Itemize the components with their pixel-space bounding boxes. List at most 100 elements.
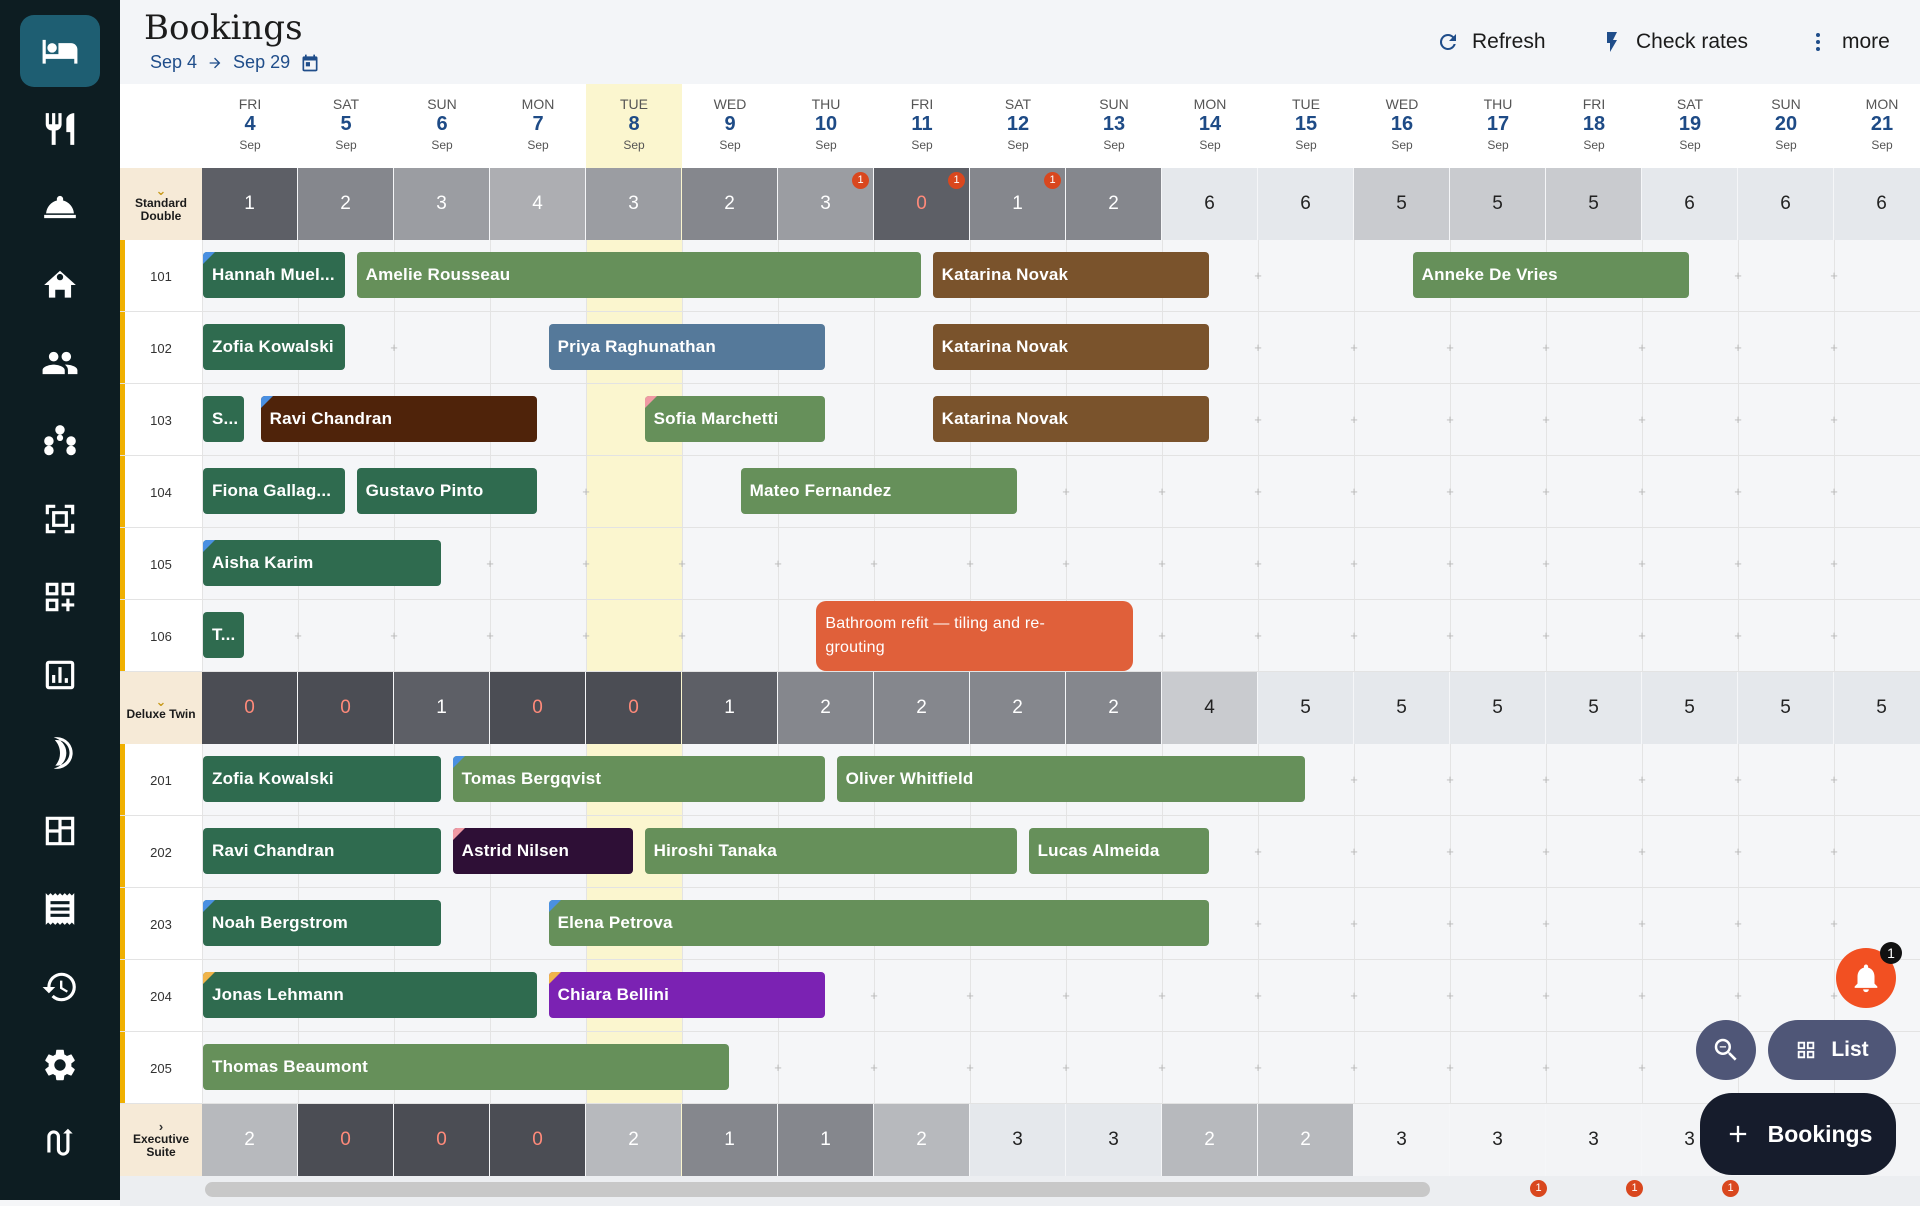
- add-booking-plus[interactable]: +: [290, 628, 306, 644]
- add-booking-plus[interactable]: +: [866, 1060, 882, 1076]
- booking-bar[interactable]: Tomas Bergqvist: [452, 756, 825, 802]
- sidebar-item-history[interactable]: [20, 951, 100, 1023]
- availability-cell[interactable]: 5: [1258, 672, 1353, 744]
- availability-cell[interactable]: 2: [874, 1104, 969, 1176]
- calendar-icon[interactable]: [300, 53, 320, 73]
- day-header-20[interactable]: SUN 20 Sep: [1738, 84, 1834, 168]
- category-label[interactable]: ⌄ Deluxe Twin: [120, 672, 202, 744]
- add-booking-plus[interactable]: +: [1730, 916, 1746, 932]
- availability-cell[interactable]: 6: [1162, 168, 1257, 240]
- add-booking-plus[interactable]: +: [1154, 628, 1170, 644]
- maintenance-block[interactable]: Bathroom refit — tiling and re-grouting: [816, 601, 1134, 671]
- add-booking-plus[interactable]: +: [1634, 340, 1650, 356]
- room-number[interactable]: 202: [120, 845, 202, 860]
- booking-bar[interactable]: Zofia Kowalski: [203, 756, 441, 802]
- add-booking-plus[interactable]: +: [1634, 916, 1650, 932]
- add-booking-plus[interactable]: +: [578, 628, 594, 644]
- add-booking-plus[interactable]: +: [1730, 772, 1746, 788]
- add-booking-plus[interactable]: +: [578, 484, 594, 500]
- day-header-16[interactable]: WED 16 Sep: [1354, 84, 1450, 168]
- day-header-15[interactable]: TUE 15 Sep: [1258, 84, 1354, 168]
- sidebar-item-documents[interactable]: [20, 483, 100, 555]
- add-booking-plus[interactable]: +: [1346, 556, 1362, 572]
- room-number[interactable]: 203: [120, 917, 202, 932]
- add-booking-plus[interactable]: +: [1826, 772, 1842, 788]
- day-header-11[interactable]: FRI 11 Sep: [874, 84, 970, 168]
- add-booking-plus[interactable]: +: [1250, 628, 1266, 644]
- day-header-17[interactable]: THU 17 Sep: [1450, 84, 1546, 168]
- availability-cell[interactable]: 2: [1066, 168, 1161, 240]
- date-range-picker[interactable]: Sep 4 Sep 29: [150, 52, 320, 73]
- add-booking-plus[interactable]: +: [1346, 916, 1362, 932]
- sidebar-item-property[interactable]: [20, 249, 100, 321]
- add-booking-plus[interactable]: +: [962, 556, 978, 572]
- availability-cell[interactable]: 0: [586, 672, 681, 744]
- add-booking-plus[interactable]: +: [770, 556, 786, 572]
- add-booking-plus[interactable]: +: [1442, 1060, 1458, 1076]
- day-header-18[interactable]: FRI 18 Sep: [1546, 84, 1642, 168]
- add-booking-plus[interactable]: +: [1442, 484, 1458, 500]
- add-booking-plus[interactable]: +: [482, 556, 498, 572]
- add-booking-plus[interactable]: +: [1730, 628, 1746, 644]
- sidebar-item-guests[interactable]: [20, 327, 100, 399]
- booking-bar[interactable]: Sofia Marchetti: [644, 396, 825, 442]
- booking-bar[interactable]: Noah Bergstrom: [203, 900, 441, 946]
- room-number[interactable]: 103: [120, 413, 202, 428]
- availability-cell[interactable]: 2: [778, 672, 873, 744]
- add-booking-plus[interactable]: +: [1346, 844, 1362, 860]
- add-booking-plus[interactable]: +: [386, 628, 402, 644]
- category-label[interactable]: › Executive Suite: [120, 1104, 202, 1176]
- availability-cell[interactable]: 2: [1066, 672, 1161, 744]
- add-booking-plus[interactable]: +: [1826, 268, 1842, 284]
- add-booking-plus[interactable]: +: [1538, 988, 1554, 1004]
- add-booking-plus[interactable]: +: [1634, 844, 1650, 860]
- add-booking-plus[interactable]: +: [1634, 628, 1650, 644]
- availability-cell[interactable]: 5: [1546, 672, 1641, 744]
- booking-bar[interactable]: Ravi Chandran: [260, 396, 537, 442]
- availability-cell[interactable]: 1: [394, 672, 489, 744]
- booking-bar[interactable]: Lucas Almeida: [1028, 828, 1209, 874]
- sidebar-item-restaurant[interactable]: [20, 93, 100, 165]
- booking-bar[interactable]: Fiona Gallag...: [203, 468, 345, 514]
- booking-bar[interactable]: Oliver Whitfield: [836, 756, 1305, 802]
- add-booking-plus[interactable]: +: [1058, 556, 1074, 572]
- add-booking-plus[interactable]: +: [962, 1060, 978, 1076]
- day-header-19[interactable]: SAT 19 Sep: [1642, 84, 1738, 168]
- horizontal-scrollbar[interactable]: [205, 1182, 1430, 1197]
- booking-bar[interactable]: Zofia Kowalski: [203, 324, 345, 370]
- booking-bar[interactable]: Hiroshi Tanaka: [644, 828, 1017, 874]
- add-booking-plus[interactable]: +: [1538, 916, 1554, 932]
- add-booking-plus[interactable]: +: [1730, 340, 1746, 356]
- add-booking-plus[interactable]: +: [1346, 772, 1362, 788]
- add-booking-plus[interactable]: +: [1538, 628, 1554, 644]
- add-booking-plus[interactable]: +: [1442, 628, 1458, 644]
- chevron-down-icon[interactable]: ⌄: [156, 695, 167, 708]
- add-booking-plus[interactable]: +: [1058, 484, 1074, 500]
- booking-bar[interactable]: Katarina Novak: [932, 324, 1209, 370]
- sidebar-item-night-audit[interactable]: [20, 717, 100, 789]
- booking-bar[interactable]: Thomas Beaumont: [203, 1044, 729, 1090]
- list-view-button[interactable]: List: [1768, 1020, 1896, 1080]
- add-booking-plus[interactable]: +: [674, 556, 690, 572]
- availability-cell[interactable]: 5: [1834, 672, 1920, 744]
- add-booking-plus[interactable]: +: [1442, 844, 1458, 860]
- add-booking-plus[interactable]: +: [1826, 844, 1842, 860]
- availability-cell[interactable]: 2: [1162, 1104, 1257, 1176]
- add-booking-plus[interactable]: +: [1826, 628, 1842, 644]
- booking-bar[interactable]: Priya Raghunathan: [548, 324, 825, 370]
- availability-cell[interactable]: 6: [1834, 168, 1920, 240]
- add-booking-plus[interactable]: +: [1250, 340, 1266, 356]
- booking-bar[interactable]: Ravi Chandran: [203, 828, 441, 874]
- availability-cell[interactable]: 0: [298, 672, 393, 744]
- add-booking-plus[interactable]: +: [1154, 988, 1170, 1004]
- add-booking-plus[interactable]: +: [482, 628, 498, 644]
- add-booking-plus[interactable]: +: [1346, 484, 1362, 500]
- availability-cell[interactable]: 6: [1642, 168, 1737, 240]
- availability-cell[interactable]: 5: [1642, 672, 1737, 744]
- booking-bar[interactable]: Mateo Fernandez: [740, 468, 1017, 514]
- zoom-button[interactable]: [1696, 1020, 1756, 1080]
- add-booking-plus[interactable]: +: [1154, 1060, 1170, 1076]
- booking-bar[interactable]: Elena Petrova: [548, 900, 1209, 946]
- add-booking-plus[interactable]: +: [1730, 484, 1746, 500]
- availability-cell[interactable]: 0: [490, 1104, 585, 1176]
